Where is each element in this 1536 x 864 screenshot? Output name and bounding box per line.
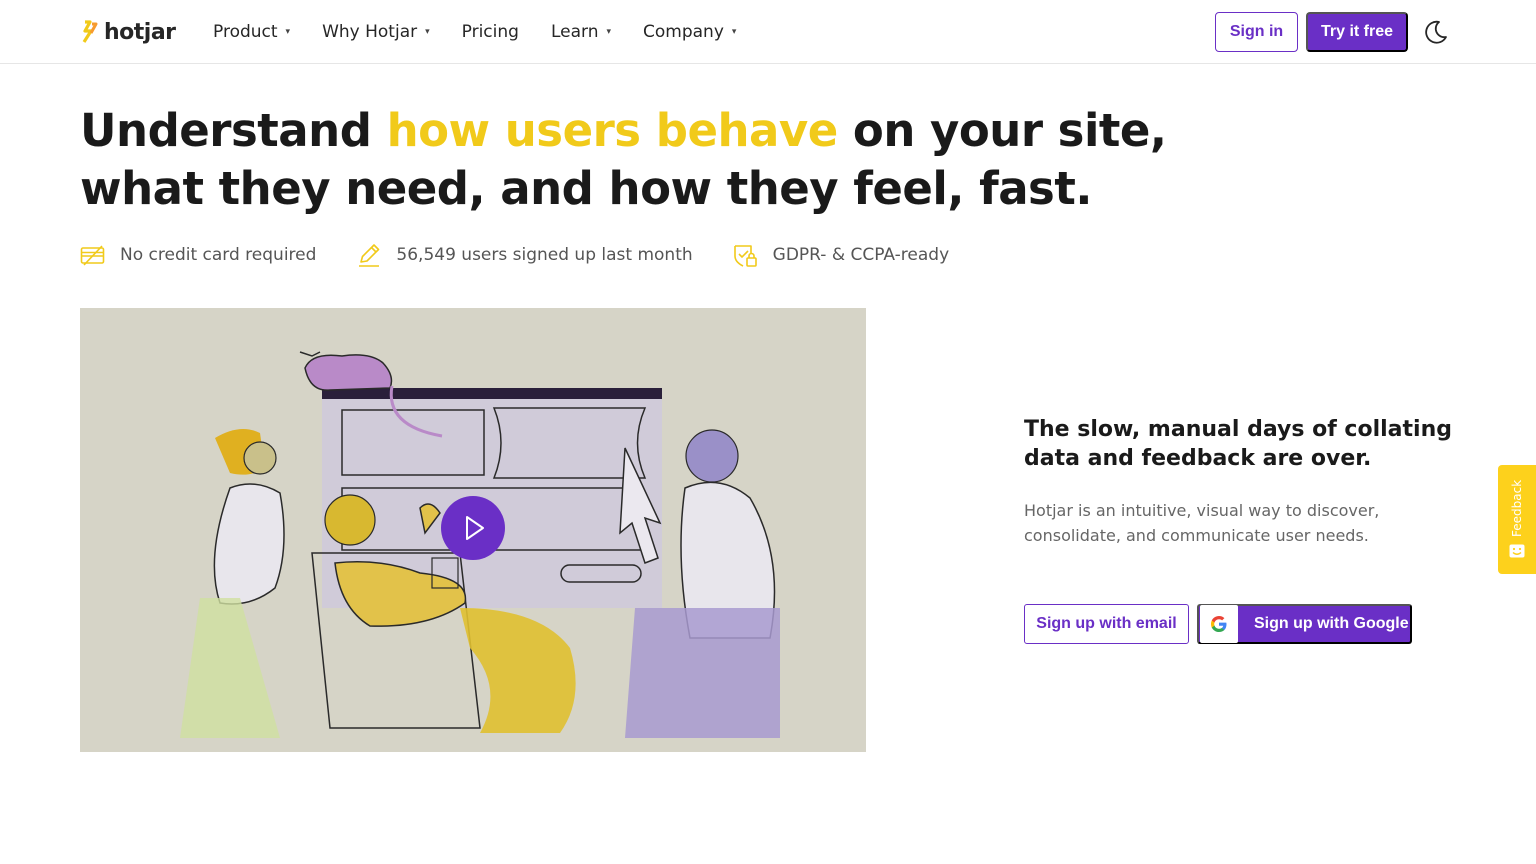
nav-item-learn[interactable]: Learn ▾: [551, 20, 611, 44]
feedback-label: Feedback: [1510, 479, 1524, 537]
sign-in-button[interactable]: Sign in: [1215, 12, 1298, 52]
hero-title-part1: Understand: [80, 104, 387, 157]
site-header: hotjar Product ▾ Why Hotjar ▾ Pricing Le…: [0, 0, 1536, 64]
nav-item-label: Product: [213, 22, 278, 42]
feedback-face-icon: [1509, 544, 1525, 558]
badge-gdpr: GDPR- & CCPA-ready: [733, 242, 949, 268]
sign-up-google-button[interactable]: Sign up with Google: [1197, 604, 1412, 644]
chevron-down-icon: ▾: [285, 27, 291, 37]
google-logo-box: [1200, 605, 1238, 643]
hotjar-logo[interactable]: hotjar: [80, 17, 176, 47]
chevron-down-icon: ▾: [425, 27, 430, 37]
nav-item-why-hotjar[interactable]: Why Hotjar ▾: [322, 20, 430, 44]
hero-title: Understand how users behave on your site…: [80, 102, 1200, 218]
play-button[interactable]: [441, 496, 505, 560]
moon-icon[interactable]: [1422, 18, 1450, 46]
nav-item-product[interactable]: Product ▾: [213, 20, 290, 44]
nav-item-label: Learn: [550, 22, 599, 42]
try-it-free-button[interactable]: Try it free: [1306, 12, 1408, 52]
nav-item-label: Why Hotjar: [322, 22, 418, 42]
badge-no-credit-card: No credit card required: [80, 242, 316, 268]
section-description: Hotjar is an intuitive, visual way to di…: [1024, 501, 1380, 545]
nav-item-label: Company: [643, 22, 724, 42]
nav-item-pricing[interactable]: Pricing: [462, 20, 519, 44]
badge-text: GDPR- & CCPA-ready: [772, 245, 950, 265]
google-icon: [1211, 616, 1227, 632]
sign-up-email-button[interactable]: Sign up with email: [1024, 604, 1189, 644]
chevron-down-icon: ▾: [606, 27, 611, 37]
pencil-icon: [359, 244, 380, 267]
hotjar-logo-mark-icon: [82, 20, 98, 43]
credit-card-crossed-icon: [80, 245, 105, 266]
feedback-tab[interactable]: Feedback: [1498, 465, 1536, 574]
google-button-label: Sign up with Google: [1254, 615, 1409, 632]
nav-item-company[interactable]: Company ▾: [643, 20, 736, 44]
chevron-down-icon: ▾: [731, 27, 737, 37]
section-subheading: The slow, manual days of collating data …: [1024, 417, 1452, 471]
trust-badges: No credit card required 56,549 users sig…: [80, 240, 989, 270]
shield-lock-icon: [733, 245, 757, 267]
nav-item-label: Pricing: [461, 22, 519, 42]
badge-text: No credit card required: [120, 245, 317, 265]
badge-users-signed-up: 56,549 users signed up last month: [356, 242, 693, 268]
hero-title-highlight: how users behave: [386, 104, 839, 157]
logo-wordmark: hotjar: [104, 19, 176, 45]
main-nav: Product ▾ Why Hotjar ▾ Pricing Learn ▾ C…: [213, 20, 768, 44]
play-icon: [466, 516, 484, 540]
badge-text: 56,549 users signed up last month: [396, 245, 693, 265]
